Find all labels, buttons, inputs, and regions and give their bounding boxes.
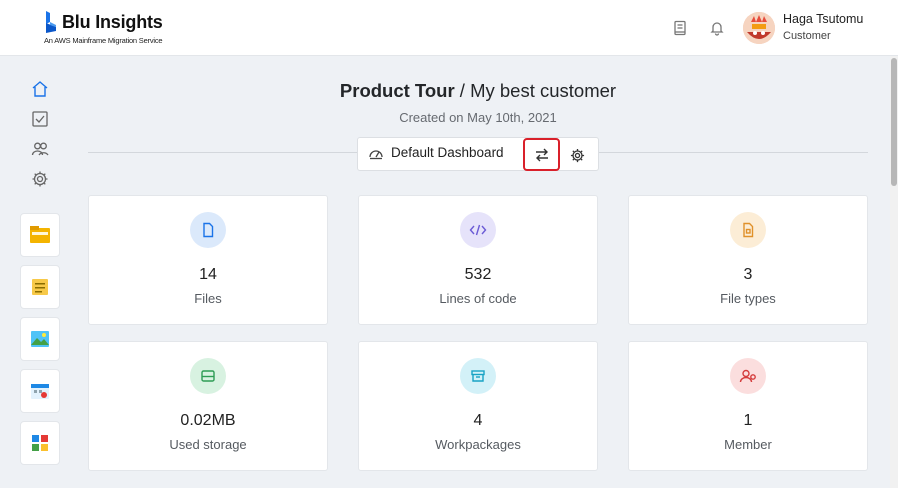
code-icon — [460, 212, 496, 248]
users-icon[interactable] — [30, 139, 50, 159]
app-tile-calendar[interactable] — [20, 369, 60, 413]
stat-value: 0.02MB — [180, 412, 236, 429]
tasks-icon[interactable] — [30, 109, 50, 129]
docs-icon[interactable] — [670, 18, 690, 38]
stat-value: 532 — [464, 266, 492, 283]
avatar[interactable] — [743, 12, 775, 44]
gauge-icon — [369, 149, 383, 159]
app-tagline: An AWS Mainframe Migration Service — [44, 36, 163, 45]
stat-value: 4 — [473, 412, 483, 429]
stat-label: Used storage — [169, 437, 247, 452]
app-tile-folder[interactable] — [20, 213, 60, 257]
dashboard-label: Default Dashboard — [391, 145, 504, 160]
calendar-icon — [31, 384, 49, 399]
dashboard-selector[interactable]: Default Dashboard — [368, 145, 504, 160]
logo-icon — [46, 11, 56, 33]
stat-value: 3 — [743, 266, 753, 283]
stat-label: Member — [724, 437, 772, 452]
user-role: Customer — [783, 30, 831, 42]
app-tile-blocks[interactable] — [20, 421, 60, 465]
file-type-icon — [730, 212, 766, 248]
bell-icon[interactable] — [707, 18, 727, 38]
stat-card-used-storage[interactable]: 0.02MB Used storage — [88, 341, 328, 471]
top-bar: Blu Insights An AWS Mainframe Migration … — [0, 0, 898, 56]
stat-card-file-types[interactable]: 3 File types — [628, 195, 868, 325]
blocks-icon — [32, 435, 48, 451]
user-name[interactable]: Haga Tsutomu — [783, 12, 863, 26]
member-icon — [730, 358, 766, 394]
image-icon — [31, 331, 49, 347]
app-logo[interactable]: Blu Insights An AWS Mainframe Migration … — [44, 11, 163, 45]
stat-value: 14 — [199, 266, 217, 283]
home-icon[interactable] — [30, 79, 50, 99]
stat-label: Lines of code — [439, 291, 517, 306]
storage-icon — [190, 358, 226, 394]
stat-label: File types — [720, 291, 776, 306]
app-tile-image[interactable] — [20, 317, 60, 361]
stat-label: Workpackages — [435, 437, 521, 452]
notes-icon — [32, 279, 48, 295]
scroll-thumb[interactable] — [891, 58, 897, 186]
stat-card-member[interactable]: 1 Member — [628, 341, 868, 471]
app-tile-notes[interactable] — [20, 265, 60, 309]
workpackage-icon — [460, 358, 496, 394]
stat-label: Files — [194, 291, 222, 306]
stat-card-workpackages[interactable]: 4 Workpackages — [358, 341, 598, 471]
app-name: Blu Insights — [62, 12, 163, 32]
file-icon — [190, 212, 226, 248]
stat-value: 1 — [743, 412, 753, 429]
project-name: Product Tour — [339, 80, 455, 101]
stat-card-files[interactable]: 14 Files — [88, 195, 328, 325]
sidebar — [0, 56, 80, 488]
switch-dashboard-button[interactable] — [523, 138, 560, 171]
customer-name: / My best customer — [454, 80, 617, 101]
page-title: Product Tour / My best customer — [88, 80, 868, 102]
stat-card-lines-of-code[interactable]: 532 Lines of code — [358, 195, 598, 325]
gear-icon[interactable] — [30, 169, 50, 189]
dashboard-settings-button[interactable] — [568, 146, 586, 164]
gear-icon — [570, 148, 584, 162]
dashboard-toolbar: Default Dashboard — [357, 137, 599, 171]
created-date: Created on May 10th, 2021 — [399, 110, 557, 125]
swap-arrows-icon — [535, 148, 548, 161]
folder-icon — [30, 226, 50, 243]
